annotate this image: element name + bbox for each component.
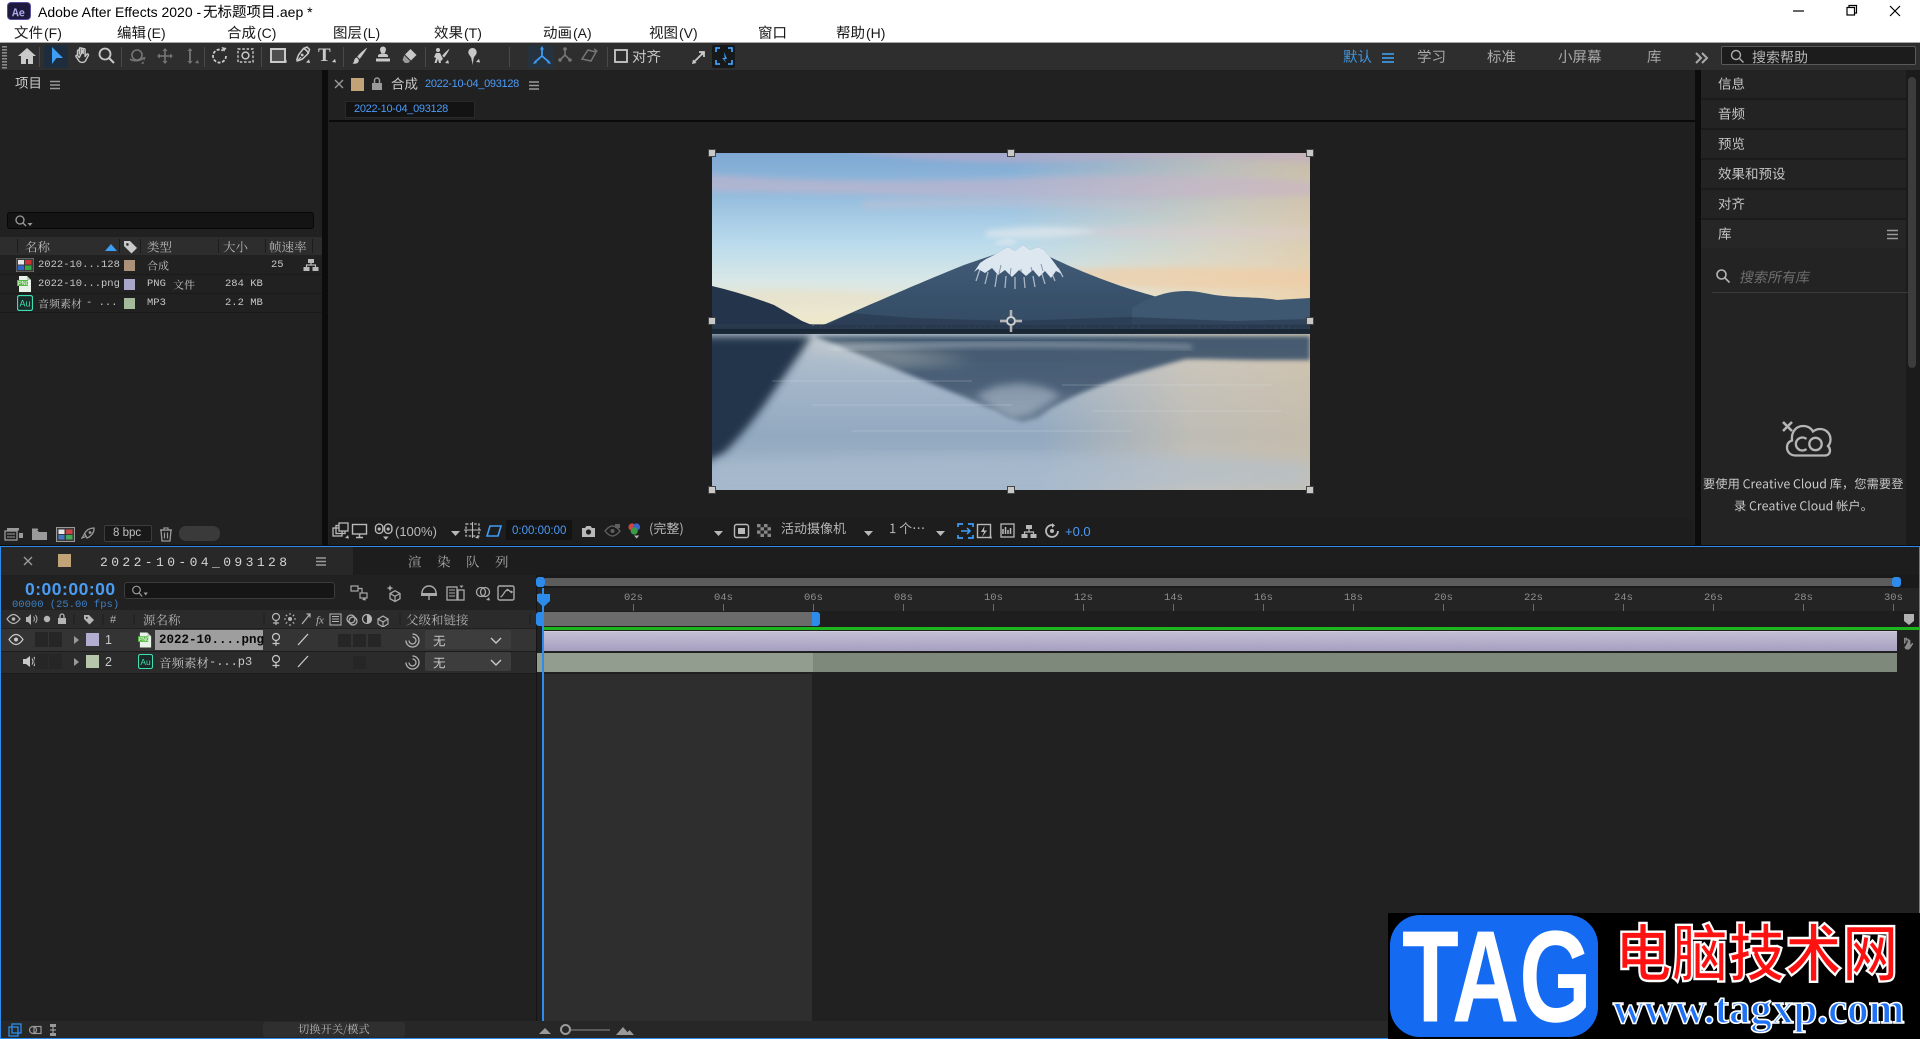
svg-text:PNG: PNG bbox=[18, 281, 30, 287]
svg-text:fx: fx bbox=[316, 615, 324, 627]
svg-text:#: # bbox=[110, 614, 117, 626]
svg-text:PNG: PNG bbox=[139, 637, 150, 643]
svg-text:Au: Au bbox=[140, 657, 151, 667]
svg-text:Au: Au bbox=[20, 299, 31, 309]
